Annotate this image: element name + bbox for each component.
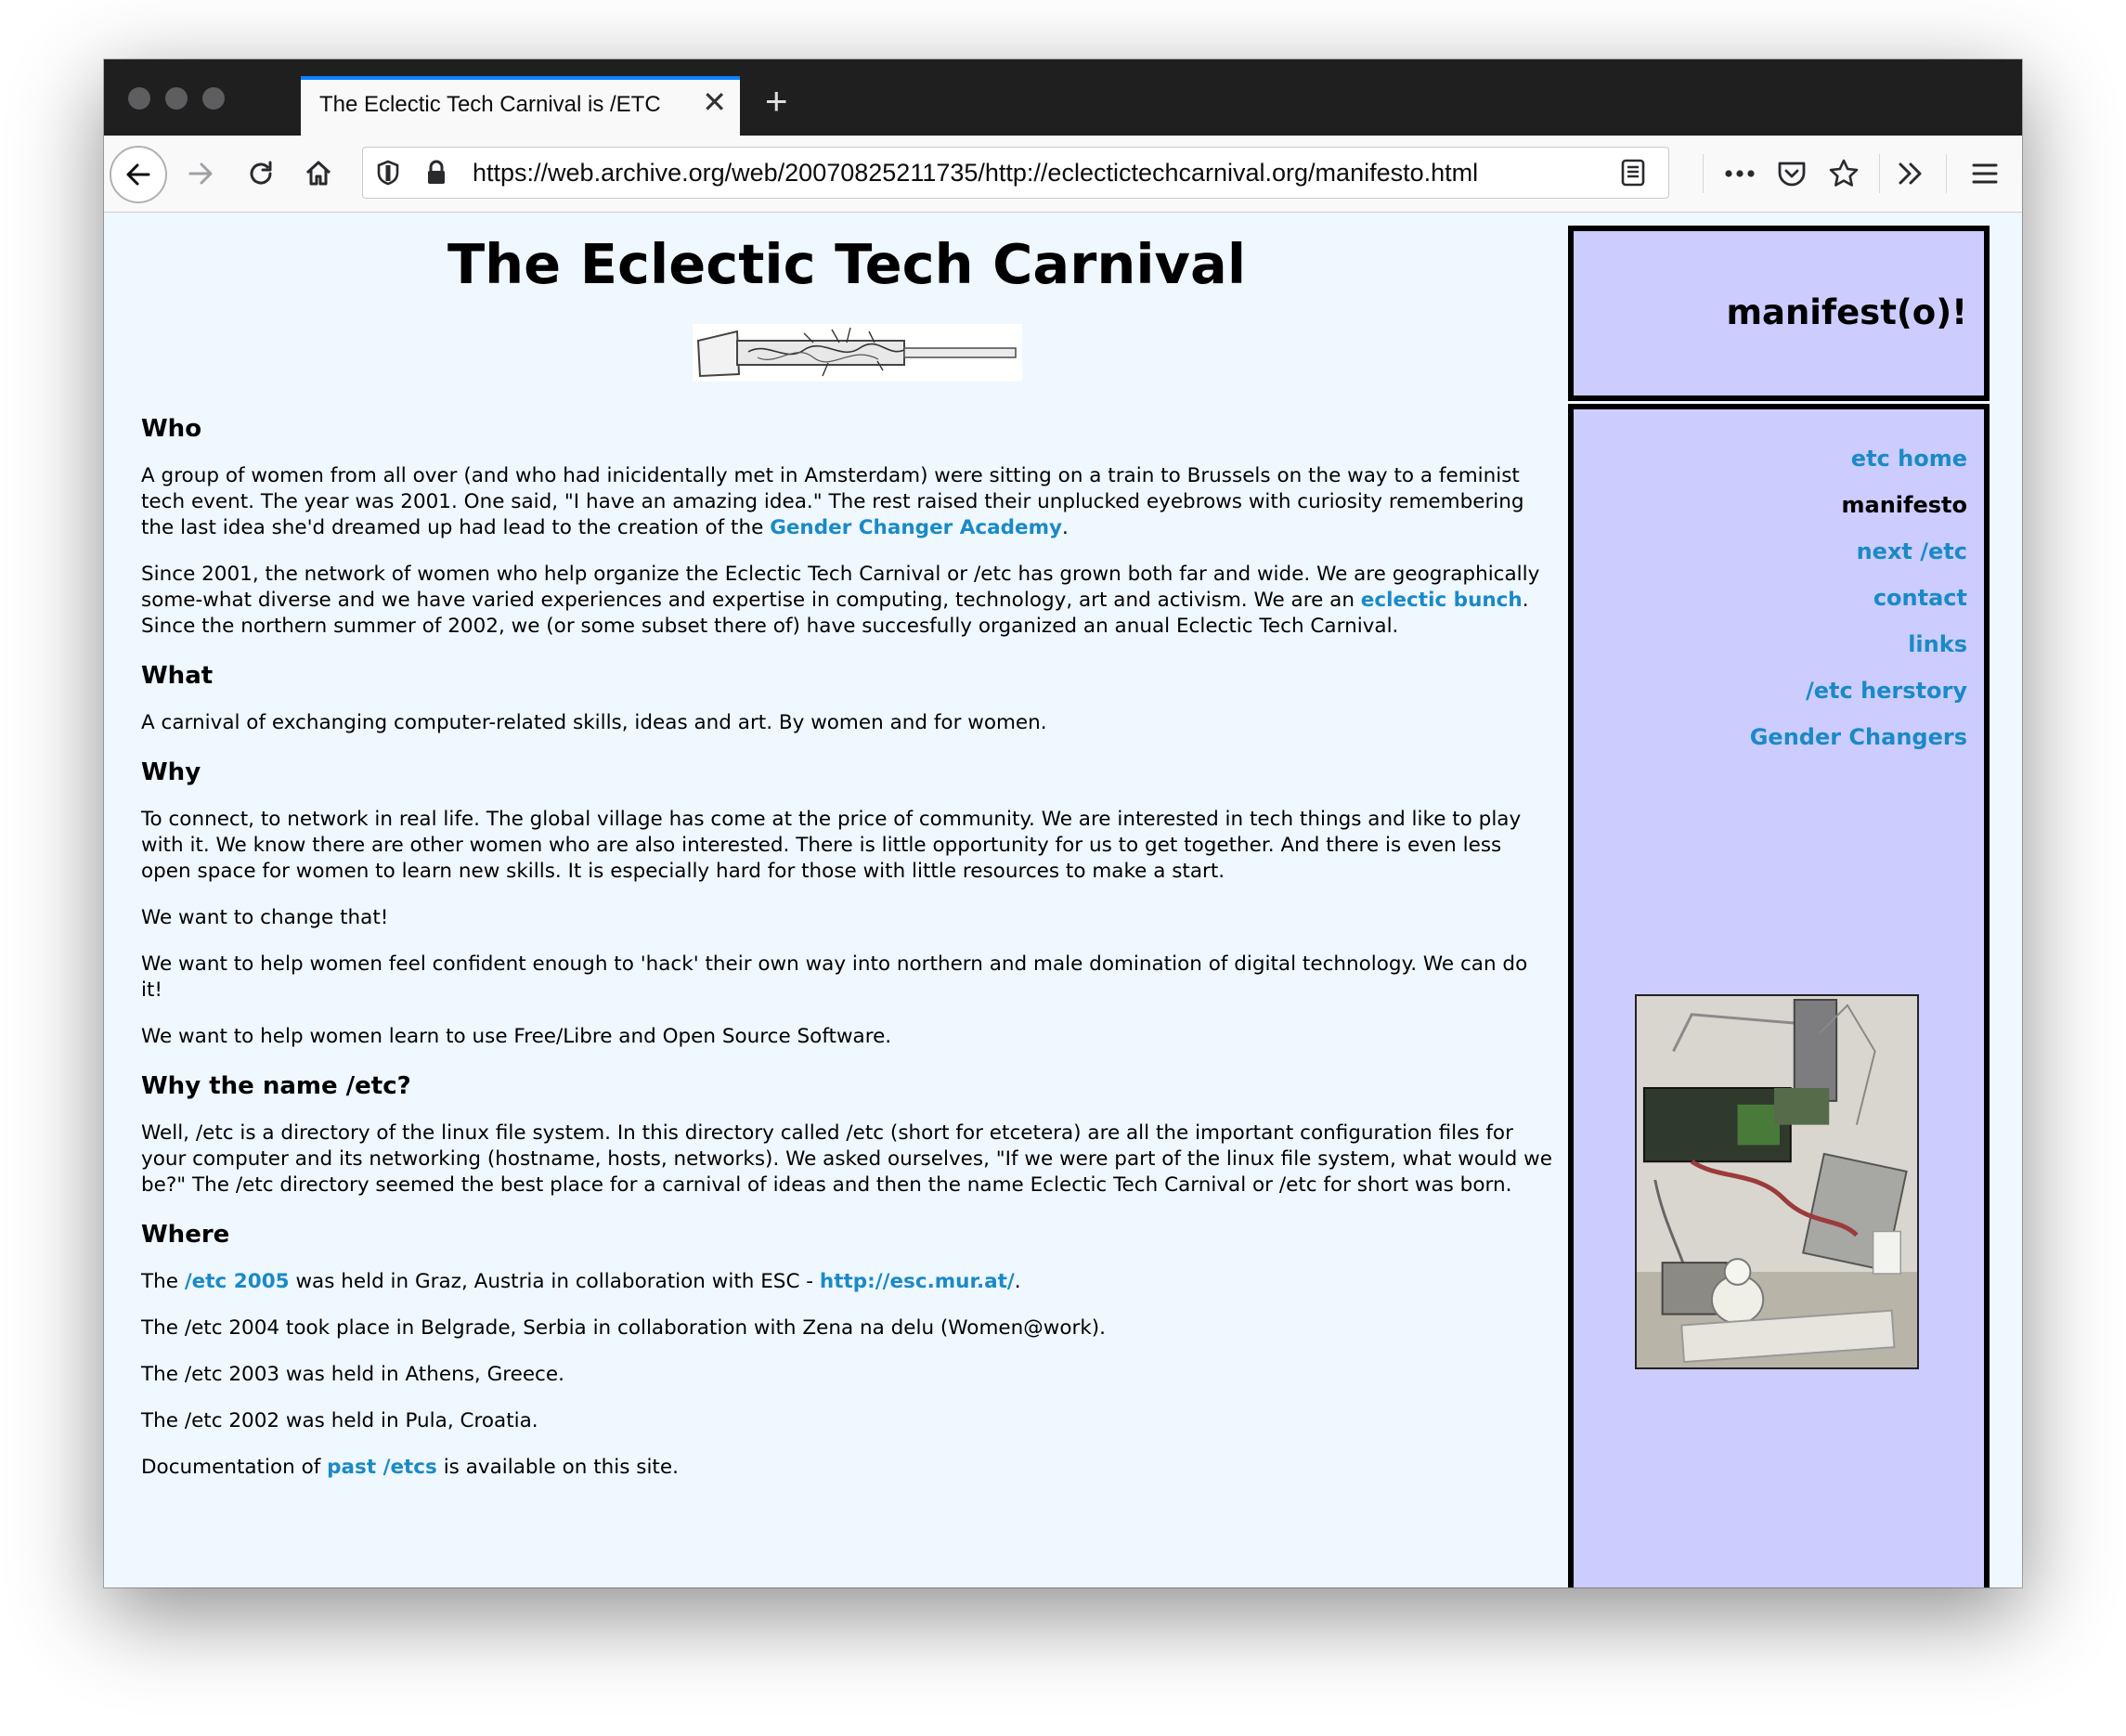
close-icon[interactable]: ✕ (702, 87, 727, 117)
back-arrow-icon[interactable] (110, 146, 167, 203)
nav-links[interactable]: links (1750, 630, 1967, 658)
where-paragraph-1: The /etc 2005 was held in Graz, Austria … (141, 1269, 1552, 1295)
close-window-button[interactable] (128, 87, 150, 110)
etc-2005-link[interactable]: /etc 2005 (185, 1270, 290, 1293)
plus-icon[interactable]: + (765, 82, 788, 121)
section-heading-who: Who (141, 415, 202, 443)
sidebar-header: manifest(o)! (1568, 226, 1990, 401)
toolbar-separator (1946, 154, 1947, 193)
home-icon[interactable] (292, 148, 344, 200)
url-text[interactable]: https://web.archive.org/web/200708252117… (473, 159, 1478, 188)
why-paragraph-4: We want to help women learn to use Free/… (141, 1025, 892, 1048)
who-paragraph-2: Since 2001, the network of women who hel… (141, 562, 1552, 640)
pocket-icon[interactable] (1766, 148, 1818, 200)
tab-title: The Eclectic Tech Carnival is /ETC (319, 92, 661, 117)
what-paragraph-1: A carnival of exchanging computer-relate… (141, 711, 1047, 734)
who-paragraph-1: A group of women from all over (and who … (141, 463, 1552, 541)
shield-icon[interactable] (372, 157, 404, 188)
minimize-window-button[interactable] (165, 87, 188, 110)
where-paragraph-2: The /etc 2004 took place in Belgrade, Se… (141, 1316, 1107, 1340)
page-content: The Eclectic Tech Carnival Who A group o… (104, 213, 2022, 1587)
hardware-sculpture-photo (1635, 994, 1919, 1369)
lock-icon[interactable] (421, 157, 452, 188)
hamburger-menu-icon[interactable] (1959, 148, 2011, 200)
sidebar-title: manifest(o)! (1726, 292, 1967, 332)
sidebar-nav: etc home manifesto next /etc contact lin… (1568, 404, 1990, 1587)
zoom-window-button[interactable] (202, 87, 225, 110)
why-paragraph-3: We want to help women feel confident eno… (141, 952, 1528, 1002)
nav-contact[interactable]: contact (1750, 584, 1967, 612)
nav-manifesto: manifesto (1841, 492, 1967, 518)
nav-gender-changers[interactable]: Gender Changers (1750, 723, 1967, 751)
reload-icon[interactable] (235, 148, 287, 200)
why-paragraph-2: We want to change that! (141, 906, 389, 929)
name-paragraph-1: Well, /etc is a directory of the linux f… (141, 1121, 1552, 1197)
section-heading-name: Why the name /etc? (141, 1072, 411, 1100)
forward-arrow-icon[interactable] (175, 148, 227, 200)
sidebar: manifest(o)! etc home manifesto next /et… (1568, 226, 1990, 1587)
where-paragraph-4: The /etc 2002 was held in Pula, Croatia. (141, 1409, 538, 1432)
page-title: The Eclectic Tech Carnival (447, 232, 1247, 296)
nav-etc-herstory[interactable]: /etc herstory (1750, 677, 1967, 705)
eclectic-bunch-link[interactable]: eclectic bunch (1361, 589, 1523, 612)
text-segment: The (141, 1270, 185, 1293)
text-segment: Documentation of (141, 1456, 328, 1479)
section-heading-what: What (141, 662, 214, 690)
etc-logo-image (693, 324, 1022, 382)
more-icon[interactable] (1714, 148, 1766, 200)
text-segment: . (1062, 516, 1069, 539)
past-etcs-link[interactable]: past /etcs (327, 1456, 437, 1479)
text-segment: is available on this site. (436, 1456, 679, 1479)
where-paragraph-3: The /etc 2003 was held in Athens, Greece… (141, 1363, 564, 1386)
nav-etc-home[interactable]: etc home (1750, 445, 1967, 473)
text-segment: . (1014, 1270, 1021, 1293)
browser-window: The Eclectic Tech Carnival is /ETC ✕ + h… (104, 59, 2022, 1587)
nav-list: etc home manifesto next /etc contact lin… (1750, 445, 1967, 770)
active-tab[interactable]: The Eclectic Tech Carnival is /ETC ✕ (301, 76, 740, 136)
nav-toolbar: https://web.archive.org/web/200708252117… (104, 136, 2022, 213)
gender-changer-academy-link[interactable]: Gender Changer Academy (770, 516, 1062, 539)
why-paragraph-1: To connect, to network in real life. The… (141, 808, 1522, 883)
manifesto-text: Who A group of women from all over (and … (141, 413, 1552, 1501)
esc-mur-link[interactable]: http://esc.mur.at/ (820, 1270, 1015, 1293)
section-heading-why: Why (141, 758, 201, 786)
toolbar-separator (1703, 154, 1704, 193)
address-bar[interactable]: https://web.archive.org/web/200708252117… (362, 147, 1669, 199)
overflow-chevrons-icon[interactable] (1885, 148, 1937, 200)
reader-view-icon[interactable] (1617, 157, 1649, 188)
text-segment: was held in Graz, Austria in collaborati… (289, 1270, 820, 1293)
where-paragraph-5: Documentation of past /etcs is available… (141, 1455, 1552, 1481)
section-heading-where: Where (141, 1221, 230, 1249)
nav-next-etc[interactable]: next /etc (1750, 538, 1967, 565)
title-bar: The Eclectic Tech Carnival is /ETC ✕ + (104, 59, 2022, 136)
text-segment: Since 2001, the network of women who hel… (141, 563, 1540, 612)
toolbar-separator (1879, 154, 1880, 193)
bookmark-star-icon[interactable] (1818, 148, 1870, 200)
